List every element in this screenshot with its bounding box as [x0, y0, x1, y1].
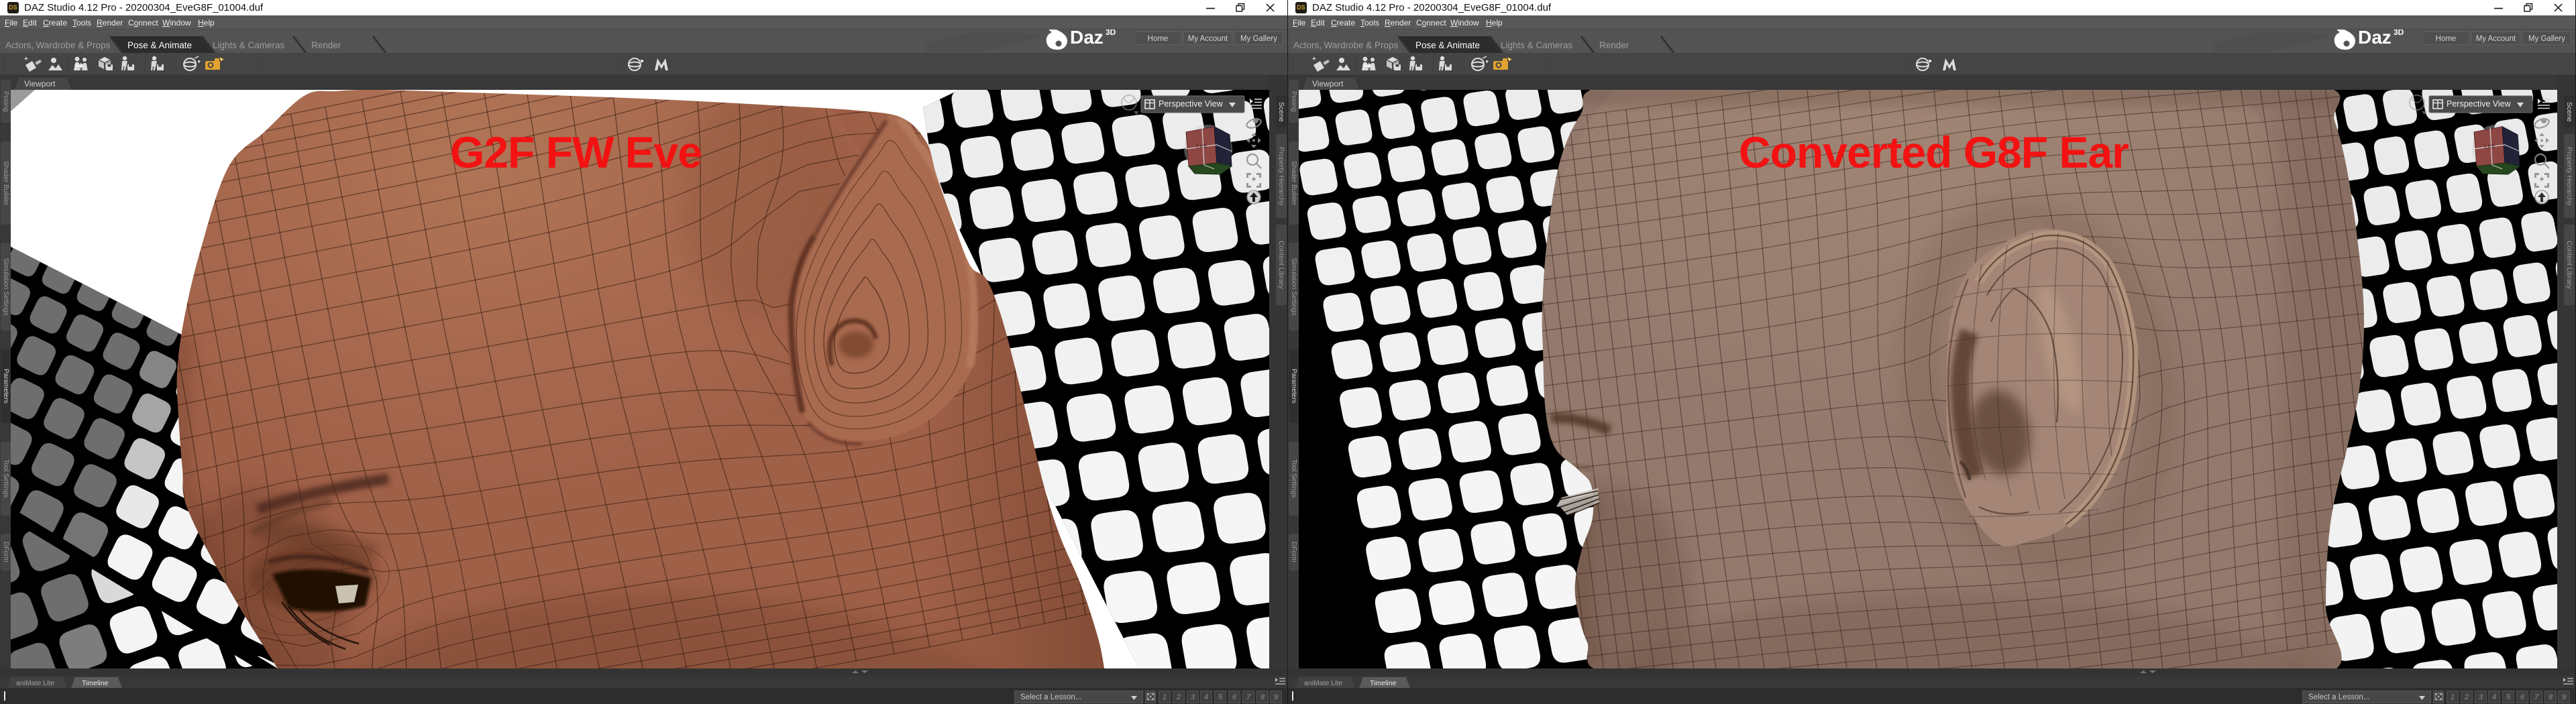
- svg-text:+: +: [24, 56, 28, 63]
- svg-text:Timeline: Timeline: [82, 679, 108, 687]
- svg-text:Pose & Animate: Pose & Animate: [1415, 40, 1480, 50]
- svg-text:Left: Left: [1196, 143, 1207, 150]
- svg-text:aniMate Lite: aniMate Lite: [1304, 679, 1342, 687]
- svg-text:Lights & Cameras: Lights & Cameras: [1501, 40, 1573, 50]
- svg-text:Viewport: Viewport: [1312, 79, 1344, 89]
- svg-text:Perspective View: Perspective View: [1159, 99, 1224, 109]
- svg-text:Timeline: Timeline: [1370, 679, 1396, 687]
- svg-text:Daz: Daz: [1070, 30, 1104, 48]
- svg-text:Actors, Wardrobe & Props: Actors, Wardrobe & Props: [5, 40, 111, 50]
- svg-text:Pose & Animate: Pose & Animate: [127, 40, 192, 50]
- svg-text:Daz: Daz: [2358, 30, 2392, 48]
- svg-text:Lights & Cameras: Lights & Cameras: [213, 40, 285, 50]
- svg-text:Viewport: Viewport: [24, 79, 56, 89]
- svg-text:Render: Render: [311, 40, 341, 50]
- svg-text:Actors, Wardrobe & Props: Actors, Wardrobe & Props: [1293, 40, 1399, 50]
- svg-text:aniMate Lite: aniMate Lite: [16, 679, 54, 687]
- svg-text:Render: Render: [1599, 40, 1629, 50]
- svg-text:3D: 3D: [2394, 30, 2404, 37]
- svg-text:3D: 3D: [1106, 30, 1116, 37]
- svg-text:Perspective View: Perspective View: [2447, 99, 2512, 109]
- svg-text:+: +: [1312, 56, 1316, 63]
- svg-text:Left: Left: [2484, 143, 2495, 150]
